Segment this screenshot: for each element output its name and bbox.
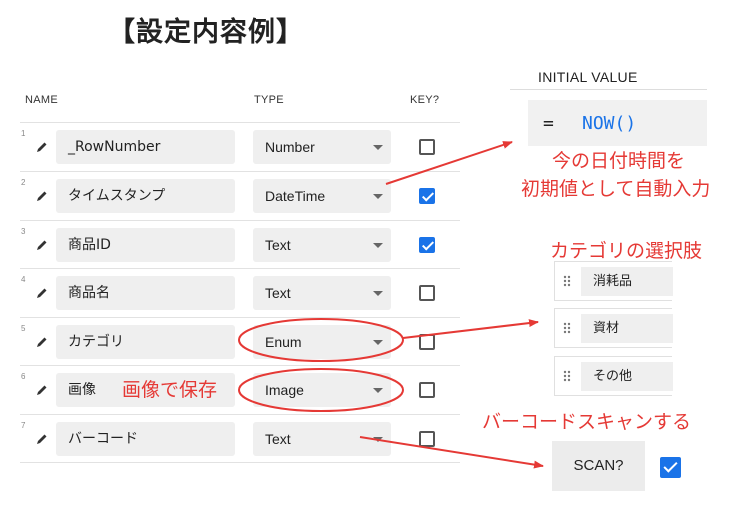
annotation-arrow-barcode	[359, 436, 544, 469]
annotation-circle-image	[238, 368, 404, 412]
annotation-circle-enum	[238, 318, 404, 362]
annotation-overlay	[238, 141, 544, 469]
annotation-arrow-enum	[402, 319, 539, 339]
annotation-arrow-now	[385, 141, 513, 185]
